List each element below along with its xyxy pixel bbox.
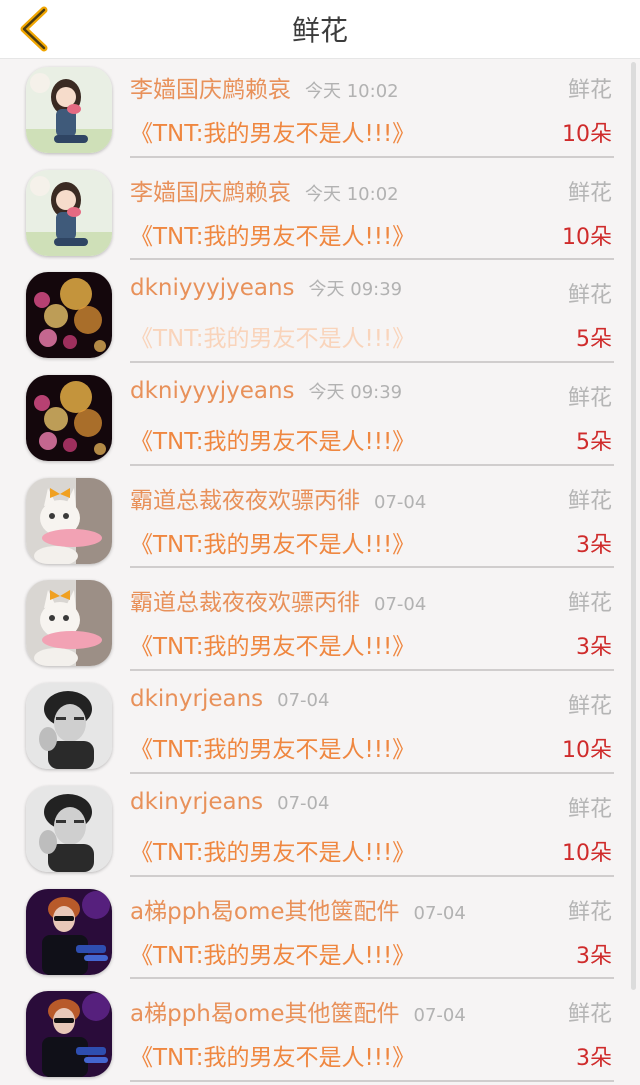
gift-type: 鲜花 <box>567 1002 612 1028</box>
user-name: 李嫱国庆鹧赖哀 今天 10:02 <box>130 173 399 207</box>
gift-count: 10朵 <box>562 122 612 147</box>
divider <box>130 771 614 774</box>
book-title[interactable]: 《TNT:我的男友不是人!!!》 <box>130 627 415 661</box>
gift-count: 10朵 <box>562 738 612 764</box>
divider <box>130 1079 614 1082</box>
list-item[interactable]: dkinyrjeans 07-04 鲜花 《TNT:我的男友不是人!!!》 10朵 <box>0 674 640 777</box>
timestamp: 今天 09:39 <box>308 382 403 404</box>
timestamp: 今天 10:02 <box>305 81 399 102</box>
user-name: 霸道总裁夜夜欢骠丙徘 07-04 <box>130 583 426 617</box>
user-name: dkniyyyjyeans 今天 09:39 <box>130 378 402 404</box>
list-item[interactable]: dkinyrjeans 07-04 鲜花 《TNT:我的男友不是人!!!》 10朵 <box>0 777 640 880</box>
singer-avatar[interactable] <box>26 991 112 1078</box>
top-bar: 鲜花 <box>0 0 640 59</box>
divider <box>130 874 614 877</box>
user-name-text: 霸道总裁夜夜欢骠丙徘 <box>130 487 360 514</box>
bokeh-avatar[interactable] <box>26 272 112 359</box>
timestamp: 07-04 <box>413 1005 466 1027</box>
list-item[interactable]: a梯pph曷ome其他箧配件 07-04 鲜花 《TNT:我的男友不是人!!!》 … <box>0 982 640 1085</box>
list-item[interactable]: a梯pph曷ome其他箧配件 07-04 鲜花 《TNT:我的男友不是人!!!》 … <box>0 880 640 983</box>
gift-count: 3朵 <box>576 635 612 661</box>
girl-avatar[interactable] <box>26 67 112 153</box>
gift-type: 鲜花 <box>567 78 612 103</box>
gift-type: 鲜花 <box>567 796 612 822</box>
scrollbar[interactable] <box>631 62 636 990</box>
gift-count: 5朵 <box>576 430 612 456</box>
user-name: dkinyrjeans 07-04 <box>130 686 329 712</box>
user-name-text: 李嫱国庆鹧赖哀 <box>130 179 291 206</box>
user-name-text: dkinyrjeans <box>130 788 264 815</box>
girl-avatar[interactable] <box>26 169 112 256</box>
book-title[interactable]: 《TNT:我的男友不是人!!!》 <box>130 833 415 867</box>
timestamp: 07-04 <box>277 690 330 712</box>
user-name-text: a梯pph曷ome其他箧配件 <box>130 1001 400 1028</box>
gift-type: 鲜花 <box>567 591 612 617</box>
gift-type: 鲜花 <box>567 694 612 720</box>
gift-count: 3朵 <box>576 532 612 558</box>
boy-avatar[interactable] <box>26 683 112 770</box>
book-title[interactable]: 《TNT:我的男友不是人!!!》 <box>130 936 415 970</box>
singer-avatar[interactable] <box>26 888 112 975</box>
gift-count: 3朵 <box>576 943 612 969</box>
timestamp: 07-04 <box>277 792 330 814</box>
timestamp: 07-04 <box>374 594 427 616</box>
book-title[interactable]: 《TNT:我的男友不是人!!!》 <box>130 422 415 456</box>
gift-type: 鲜花 <box>567 283 612 309</box>
list-item[interactable]: dkniyyyjyeans 今天 09:39 鲜花 《TNT:我的男友不是人!!!… <box>0 366 640 469</box>
timestamp: 今天 09:39 <box>308 279 403 301</box>
cat-avatar[interactable] <box>26 477 112 564</box>
gift-count: 10朵 <box>562 840 612 866</box>
book-title[interactable]: 《TNT:我的男友不是人!!!》 <box>130 525 415 559</box>
user-name: 霸道总裁夜夜欢骠丙徘 07-04 <box>130 481 426 515</box>
user-name-text: a梯pph曷ome其他箧配件 <box>130 898 400 925</box>
book-title[interactable]: 《TNT:我的男友不是人!!!》 <box>130 730 415 764</box>
user-name-text: 霸道总裁夜夜欢骠丙徘 <box>130 590 360 617</box>
gift-type: 鲜花 <box>567 488 612 514</box>
user-name: a梯pph曷ome其他箧配件 07-04 <box>130 892 466 926</box>
timestamp: 07-04 <box>374 491 427 513</box>
gift-count: 10朵 <box>562 224 612 250</box>
gift-type: 鲜花 <box>567 386 612 412</box>
user-name-text: dkinyrjeans <box>130 686 264 713</box>
list-item[interactable]: dkniyyyjyeans 今天 09:39 鲜花 《TNT:我的男友不是人!!!… <box>0 263 640 366</box>
user-name: 李嫱国庆鹧赖哀 今天 10:02 <box>130 70 399 104</box>
gift-type: 鲜花 <box>567 899 612 925</box>
bokeh-avatar[interactable] <box>26 375 112 462</box>
user-name-text: dkniyyyjyeans <box>130 378 295 405</box>
page-title: 鲜花 <box>291 14 348 47</box>
timestamp: 07-04 <box>413 902 466 924</box>
divider <box>130 977 614 980</box>
user-name-text: 李嫱国庆鹧赖哀 <box>130 77 291 103</box>
divider <box>130 566 614 569</box>
divider <box>130 669 614 672</box>
divider <box>130 463 614 466</box>
gift-type: 鲜花 <box>567 180 612 206</box>
timestamp: 今天 10:02 <box>305 183 399 205</box>
gift-count: 5朵 <box>576 327 612 353</box>
cat-avatar[interactable] <box>26 580 112 667</box>
gift-list: 李嫱国庆鹧赖哀 今天 10:02 鲜花 《TNT:我的男友不是人!!!》 10朵 … <box>0 58 640 1085</box>
book-title[interactable]: 《TNT:我的男友不是人!!!》 <box>130 319 415 353</box>
boy-avatar[interactable] <box>26 785 112 872</box>
user-name: a梯pph曷ome其他箧配件 07-04 <box>130 994 466 1028</box>
user-name: dkniyyyjyeans 今天 09:39 <box>130 275 402 301</box>
list-item[interactable]: 霸道总裁夜夜欢骠丙徘 07-04 鲜花 《TNT:我的男友不是人!!!》 3朵 <box>0 469 640 572</box>
user-name-text: dkniyyyjyeans <box>130 275 295 302</box>
book-title[interactable]: 《TNT:我的男友不是人!!!》 <box>130 114 415 148</box>
divider <box>130 155 614 158</box>
list-item[interactable]: 霸道总裁夜夜欢骠丙徘 07-04 鲜花 《TNT:我的男友不是人!!!》 3朵 <box>0 571 640 674</box>
list-item[interactable]: 李嫱国庆鹧赖哀 今天 10:02 鲜花 《TNT:我的男友不是人!!!》 10朵 <box>0 161 640 264</box>
user-name: dkinyrjeans 07-04 <box>130 789 329 815</box>
list-item[interactable]: 李嫱国庆鹧赖哀 今天 10:02 鲜花 《TNT:我的男友不是人!!!》 10朵 <box>0 58 640 161</box>
book-title[interactable]: 《TNT:我的男友不是人!!!》 <box>130 1038 415 1072</box>
gift-count: 3朵 <box>576 1046 612 1072</box>
divider <box>130 361 614 364</box>
book-title[interactable]: 《TNT:我的男友不是人!!!》 <box>130 217 415 251</box>
divider <box>130 258 614 261</box>
